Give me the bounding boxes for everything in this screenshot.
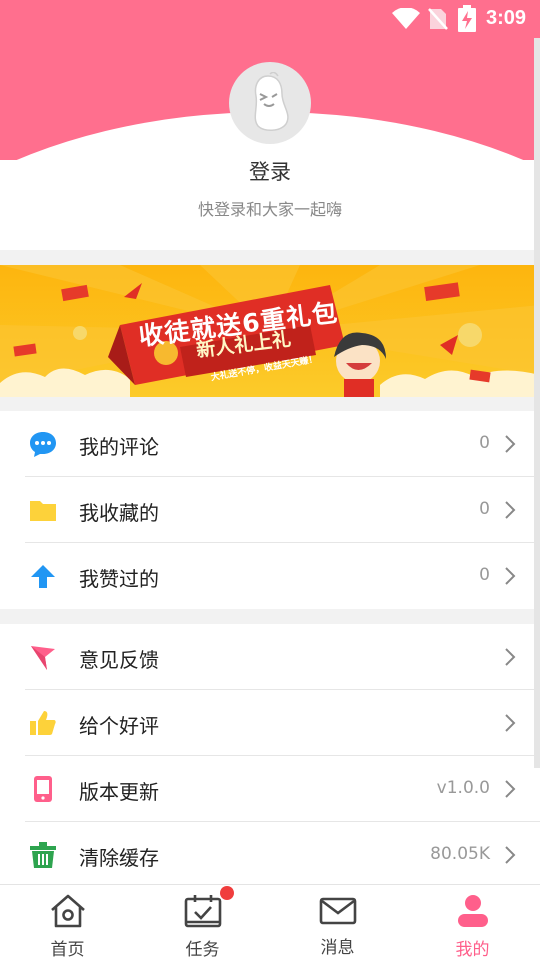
nav-label: 我的 [455, 940, 490, 960]
nav-tab-messages[interactable]: 消息 [270, 885, 405, 960]
comment-icon [29, 430, 57, 458]
mail-icon [319, 897, 356, 925]
menu-item-count: 0 [479, 565, 490, 585]
menu-item-count: 0 [479, 433, 490, 453]
menu-group-activity: 我的评论 0 我收藏的 0 我赞过的 0 [0, 411, 540, 609]
wifi-icon [392, 8, 420, 29]
menu-item-count: 0 [479, 499, 490, 519]
avatar[interactable] [229, 62, 311, 144]
trash-icon [29, 841, 57, 869]
menu-item-label: 我收藏的 [79, 501, 159, 525]
menu-item-label: 清除缓存 [79, 846, 159, 870]
menu-item-label: 意见反馈 [79, 648, 159, 672]
phone-update-icon [29, 775, 57, 803]
chevron-right-icon [505, 501, 516, 519]
menu-item-label: 我的评论 [79, 435, 159, 459]
feedback-icon [29, 643, 57, 671]
bottom-nav: 首页 任务 消息 我的 [0, 884, 540, 960]
nav-tab-mine[interactable]: 我的 [405, 885, 540, 960]
chevron-right-icon [505, 648, 516, 666]
nav-label: 首页 [50, 940, 85, 960]
no-sim-icon [428, 8, 448, 30]
menu-item-label: 版本更新 [79, 780, 159, 804]
folder-icon [29, 496, 57, 524]
status-bar: 3:09 [0, 0, 540, 38]
cache-size-value: 80.05K [430, 844, 490, 864]
menu-item-label: 我赞过的 [79, 567, 159, 591]
default-avatar-icon [254, 72, 289, 131]
menu-item-feedback[interactable]: 意见反馈 [0, 624, 540, 690]
chevron-right-icon [505, 714, 516, 732]
status-time: 3:09 [485, 7, 526, 29]
promo-banner[interactable]: 收徒就送6重礼包 新人礼上礼 大礼送不停，收益天天赚！ [0, 265, 540, 397]
arrow-up-icon [29, 562, 57, 590]
notification-dot [220, 886, 234, 900]
menu-item-my-likes[interactable]: 我赞过的 0 [0, 543, 540, 609]
nav-label: 任务 [185, 940, 220, 960]
nav-tab-home[interactable]: 首页 [0, 885, 135, 960]
menu-group-settings: 意见反馈 给个好评 版本更新 v1.0.0 清除缓存 80.05K [0, 624, 540, 888]
profile-screen: 3:09 登录 快登录和大家一起嗨 收徒就送6重礼包 新人礼上礼 大礼送不停，收… [0, 0, 540, 960]
thumbs-up-icon [29, 709, 57, 737]
nav-tab-tasks[interactable]: 任务 [135, 885, 270, 960]
home-icon [50, 894, 85, 928]
chevron-right-icon [505, 435, 516, 453]
menu-item-clear-cache[interactable]: 清除缓存 80.05K [0, 822, 540, 888]
nav-label: 消息 [320, 938, 355, 958]
menu-item-rate-app[interactable]: 给个好评 [0, 690, 540, 756]
chevron-right-icon [505, 846, 516, 864]
login-title[interactable]: 登录 [0, 156, 540, 186]
menu-item-version-update[interactable]: 版本更新 v1.0.0 [0, 756, 540, 822]
login-subtitle: 快登录和大家一起嗨 [197, 200, 342, 219]
battery-charging-icon [458, 5, 476, 32]
chevron-right-icon [505, 567, 516, 585]
menu-item-label: 给个好评 [79, 714, 159, 738]
person-icon [457, 895, 488, 927]
menu-item-my-favorites[interactable]: 我收藏的 0 [0, 477, 540, 543]
scrollbar[interactable] [534, 38, 540, 768]
version-value: v1.0.0 [436, 778, 490, 798]
chevron-right-icon [505, 780, 516, 798]
menu-item-my-comments[interactable]: 我的评论 0 [0, 411, 540, 477]
tasks-icon [184, 895, 221, 928]
